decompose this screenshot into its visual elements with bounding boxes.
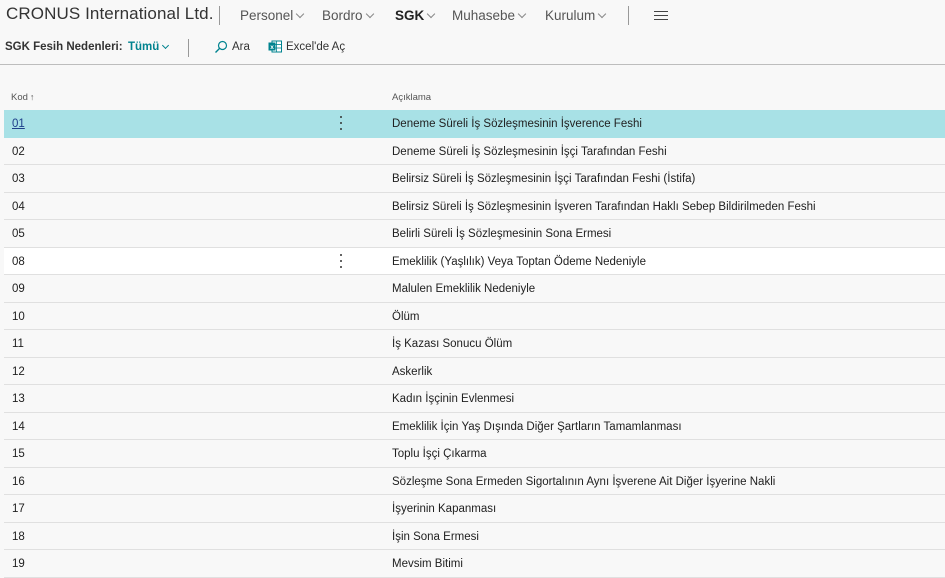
sort-ascending-icon: ↑ — [29, 92, 35, 102]
table-row[interactable]: 14 Emeklilik İçin Yaş Dışında Diğer Şart… — [4, 413, 945, 440]
row-aciklama: Emeklilik İçin Yaş Dışında Diğer Şartlar… — [392, 420, 682, 433]
view-filter-dropdown[interactable]: Tümü — [128, 41, 170, 53]
table-row[interactable]: 05 Belirli Süreli İş Sözleşmesinin Sona … — [4, 220, 945, 248]
nav-item-sgk[interactable]: SGK — [395, 8, 436, 23]
row-aciklama: Toplu İşçi Çıkarma — [392, 448, 487, 460]
list-body: 01 Deneme Süreli İş Sözleşmesinin İşvere… — [4, 110, 945, 578]
action-bar: SGK Fesih Nedenleri: Tümü Ara x Excel'de… — [0, 31, 945, 64]
row-kod[interactable]: 05 — [12, 228, 25, 240]
column-header-label: Kod — [11, 92, 28, 103]
action-bar-divider — [0, 64, 945, 65]
table-row[interactable]: 04 Belirsiz Süreli İş Sözleşmesinin İşve… — [4, 193, 945, 220]
nav-divider — [219, 6, 220, 25]
row-aciklama: Deneme Süreli İş Sözleşmesinin İşverence… — [392, 118, 642, 130]
nav-item-label: Bordro — [322, 8, 363, 23]
table-row[interactable]: 18 İşin Sona Ermesi — [4, 523, 945, 550]
row-aciklama: Askerlik — [392, 365, 433, 378]
row-aciklama: Belirli Süreli İş Sözleşmesinin Sona Erm… — [392, 228, 612, 240]
view-filter-label: Tümü — [128, 41, 160, 53]
row-kod[interactable]: 16 — [12, 476, 25, 488]
row-aciklama: Kadın İşçinin Evlenmesi — [392, 393, 515, 405]
table-row[interactable]: 09 Malulen Emeklilik Nedeniyle — [4, 275, 945, 303]
nav-item-bordro[interactable]: Bordro — [322, 8, 374, 23]
row-kod[interactable]: 03 — [12, 173, 25, 185]
table-row[interactable]: 02 Deneme Süreli İş Sözleşmesinin İşçi T… — [4, 138, 945, 165]
table-row[interactable]: 19 Mevsim Bitimi — [4, 550, 945, 578]
table-row[interactable]: 10 Ölüm — [4, 303, 945, 330]
table-row[interactable]: 08 Emeklilik (Yaşlılık) Veya Toptan Ödem… — [4, 247, 945, 275]
row-kod[interactable]: 08 — [12, 256, 25, 268]
table-row[interactable]: 15 Toplu İşçi Çıkarma — [4, 440, 945, 468]
row-aciklama: Sözleşme Sona Ermeden Sigortalının Aynı … — [392, 475, 776, 488]
chevron-down-icon — [598, 9, 607, 18]
row-aciklama: Belirsiz Süreli İş Sözleşmesinin İşveren… — [392, 200, 816, 213]
company-name[interactable]: CRONUS International Ltd. — [6, 4, 214, 24]
row-kod[interactable]: 04 — [12, 201, 25, 213]
row-aciklama: İşyerinin Kapanması — [392, 503, 497, 515]
chevron-down-icon — [162, 41, 170, 49]
row-kod[interactable]: 10 — [12, 311, 25, 323]
table-row[interactable]: 17 İşyerinin Kapanması — [4, 495, 945, 523]
table-row[interactable]: 03 Belirsiz Süreli İş Sözleşmesinin İşçi… — [4, 165, 945, 193]
row-aciklama: Ölüm — [392, 310, 420, 323]
row-kod-link[interactable]: 01 — [12, 118, 25, 130]
column-header-aciklama[interactable]: Açıklama — [392, 92, 431, 103]
more-vertical-icon[interactable] — [338, 115, 344, 131]
nav-item-label: Personel — [240, 8, 294, 23]
search-icon — [215, 40, 228, 53]
search-button[interactable]: Ara — [214, 40, 250, 54]
column-header-kod[interactable]: Kod ↑ — [11, 92, 34, 103]
row-kod[interactable]: 12 — [12, 366, 25, 378]
row-kod[interactable]: 19 — [12, 558, 25, 570]
row-aciklama: Emeklilik (Yaşlılık) Veya Toptan Ödeme N… — [392, 255, 646, 268]
nav-item-label: Kurulum — [545, 8, 596, 23]
row-kod[interactable]: 18 — [12, 531, 25, 543]
row-kod[interactable]: 17 — [12, 503, 25, 515]
row-aciklama: Belirsiz Süreli İş Sözleşmesinin İşçi Ta… — [392, 173, 696, 185]
more-vertical-icon[interactable] — [338, 253, 344, 269]
row-kod[interactable]: 02 — [12, 146, 25, 158]
action-divider — [188, 39, 189, 57]
row-kod[interactable]: 09 — [12, 283, 25, 295]
open-in-excel-button[interactable]: x Excel'de Aç — [268, 40, 345, 53]
table-row[interactable]: 12 Askerlik — [4, 358, 945, 385]
row-aciklama: Malulen Emeklilik Nedeniyle — [392, 283, 536, 295]
nav-item-personel[interactable]: Personel — [240, 8, 305, 23]
list-header: Kod ↑ Açıklama — [0, 88, 945, 108]
row-aciklama: Mevsim Bitimi — [392, 558, 463, 570]
excel-icon: x — [268, 40, 282, 53]
top-navigation: CRONUS International Ltd. Personel Bordr… — [0, 0, 945, 31]
row-kod[interactable]: 14 — [12, 421, 25, 433]
svg-text:x: x — [270, 44, 274, 51]
open-in-excel-label: Excel'de Aç — [286, 40, 346, 53]
table-row[interactable]: 11 İş Kazası Sonucu Ölüm — [4, 330, 945, 358]
row-aciklama: İşin Sona Ermesi — [392, 530, 479, 543]
nav-item-kurulum[interactable]: Kurulum — [545, 8, 607, 23]
page-title: SGK Fesih Nedenleri: — [5, 41, 123, 53]
hamburger-menu-icon[interactable] — [654, 11, 668, 20]
nav-item-label: SGK — [395, 8, 425, 23]
nav-item-label: Muhasebe — [452, 8, 516, 23]
chevron-down-icon — [296, 9, 305, 18]
row-kod[interactable]: 15 — [12, 448, 25, 460]
nav-item-muhasebe[interactable]: Muhasebe — [452, 8, 527, 23]
row-kod[interactable]: 13 — [12, 393, 25, 405]
row-aciklama: Deneme Süreli İş Sözleşmesinin İşçi Tara… — [392, 145, 667, 158]
chevron-down-icon — [517, 9, 527, 18]
table-row[interactable]: 16 Sözleşme Sona Ermeden Sigortalının Ay… — [4, 468, 945, 495]
chevron-down-icon — [365, 9, 374, 18]
table-row[interactable]: 13 Kadın İşçinin Evlenmesi — [4, 385, 945, 413]
table-row[interactable]: 01 Deneme Süreli İş Sözleşmesinin İşvere… — [4, 110, 945, 138]
search-label: Ara — [232, 41, 250, 53]
chevron-down-icon — [427, 9, 436, 18]
row-aciklama: İş Kazası Sonucu Ölüm — [392, 338, 513, 350]
row-kod[interactable]: 11 — [12, 338, 24, 350]
nav-divider — [628, 6, 629, 25]
